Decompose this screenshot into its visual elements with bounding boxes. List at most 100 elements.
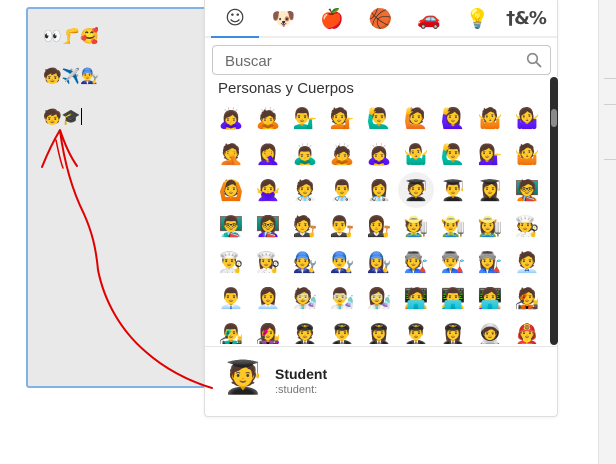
emoji-cell[interactable]: 🤦‍♀️ bbox=[250, 136, 286, 172]
preview-emoji-name: Student bbox=[275, 366, 328, 382]
emoji-cell[interactable]: 👩‍⚖️ bbox=[361, 208, 397, 244]
emoji-cell[interactable]: 🧑‍⚖️ bbox=[287, 208, 323, 244]
car-icon: 🚗 bbox=[417, 7, 441, 30]
emoji-grid: 🙇‍♀️ 🙇 💁‍♂️ 💁 🙋‍♂️ 🙋 🙋‍♀️ 🤷 🤷‍♀️ 🤦 🤦‍♀️ 🙇‍♂️ 🙇 🙇‍♀️ 🤷‍… bbox=[213, 100, 547, 344]
emoji-cell[interactable]: 👨‍💼 bbox=[213, 280, 249, 316]
text-caret bbox=[81, 108, 83, 125]
emoji-cell[interactable]: 👨‍🎤 bbox=[213, 316, 249, 344]
emoji-cell[interactable]: 👨‍🍳 bbox=[213, 244, 249, 280]
emoji-cell[interactable]: 👨‍🔬 bbox=[324, 280, 360, 316]
emoji-cell[interactable]: 🧑‍🌾 bbox=[398, 208, 434, 244]
emoji-cell[interactable]: 👩‍🔬 bbox=[361, 280, 397, 316]
preview-emoji-shortcode: :student: bbox=[275, 384, 318, 396]
message-textarea[interactable]: 👀🦵🥰 🧒✈️👨‍🔧 🧒🎓 bbox=[26, 7, 212, 388]
emoji-cell[interactable]: 🙅‍♀️ bbox=[250, 172, 286, 208]
emoji-cell[interactable]: 🧑‍⚕️ bbox=[287, 172, 323, 208]
emoji-cell[interactable]: 👩‍🎓 bbox=[472, 172, 508, 208]
emoji-cell[interactable]: 🙋‍♂️ bbox=[435, 136, 471, 172]
emoji-cell[interactable]: 🤷 bbox=[509, 136, 545, 172]
text-line-3: 🧒🎓 bbox=[43, 107, 83, 127]
emoji-search-input[interactable] bbox=[223, 50, 517, 72]
emoji-cell[interactable]: 🧑‍💼 bbox=[509, 244, 545, 280]
background-divider bbox=[604, 104, 616, 105]
emoji-cell[interactable]: 👨‍🏭 bbox=[435, 244, 471, 280]
emoji-cell[interactable]: 👩‍🔧 bbox=[361, 244, 397, 280]
emoji-cell[interactable]: 👩‍🎤 bbox=[250, 316, 286, 344]
text-line-1: 👀🦵🥰 bbox=[43, 27, 100, 45]
emoji-cell[interactable]: 🧑‍🚀 bbox=[472, 316, 508, 344]
emoji-cell[interactable]: 🧑‍🏫 bbox=[509, 172, 545, 208]
dog-face-icon: 🐶 bbox=[271, 7, 296, 30]
background-divider bbox=[604, 78, 616, 79]
scrollbar-knob[interactable] bbox=[551, 109, 557, 127]
tab-dog-face[interactable]: 🐶 bbox=[269, 3, 299, 33]
smiley-face-icon: ☺ bbox=[225, 7, 245, 29]
tab-car[interactable]: 🚗 bbox=[414, 3, 444, 33]
emoji-cell[interactable]: 👨‍✈️ bbox=[324, 316, 360, 344]
emoji-cell[interactable]: 🤦 bbox=[213, 136, 249, 172]
emoji-cell[interactable]: 👩‍💼 bbox=[250, 280, 286, 316]
emoji-cell[interactable]: 👨‍⚕️ bbox=[324, 172, 360, 208]
emoji-cell[interactable]: 🧑‍🍳 bbox=[509, 208, 545, 244]
emoji-cell[interactable]: 👨‍🔧 bbox=[324, 244, 360, 280]
emoji-cell[interactable]: 💁‍♀️ bbox=[472, 136, 508, 172]
emoji-cell[interactable]: 🙋‍♂️ bbox=[361, 100, 397, 136]
preview-emoji: 🧑‍🎓 bbox=[223, 358, 263, 396]
emoji-cell[interactable]: 🧑‍🎓 bbox=[398, 172, 434, 208]
emoji-cell[interactable]: 🧑‍🔬 bbox=[287, 280, 323, 316]
emoji-cell[interactable]: 🙇‍♀️ bbox=[361, 136, 397, 172]
background-divider bbox=[604, 159, 616, 160]
emoji-cell[interactable]: 👩‍🏭 bbox=[472, 244, 508, 280]
emoji-cell[interactable]: 👨‍✈️ bbox=[398, 316, 434, 344]
search-icon bbox=[526, 52, 542, 68]
emoji-grid-scroll-area[interactable]: Personas y Cuerpos 🙇‍♀️ 🙇 💁‍♂️ 💁 🙋‍♂️ 🙋 🙋‍♀️ 🤷 🤷… bbox=[213, 78, 547, 344]
emoji-scrollbar[interactable] bbox=[550, 77, 558, 345]
tab-basketball[interactable]: 🏀 bbox=[366, 3, 396, 33]
emoji-cell[interactable]: 👩‍🏫 bbox=[250, 208, 286, 244]
emoji-cell[interactable]: 👨‍🎓 bbox=[435, 172, 471, 208]
tab-smiley-face[interactable]: ☺ bbox=[220, 3, 250, 33]
emoji-cell[interactable]: 👨‍🏫 bbox=[213, 208, 249, 244]
emoji-cell[interactable]: 🙇 bbox=[324, 136, 360, 172]
basketball-icon: 🏀 bbox=[368, 7, 393, 30]
emoji-picker: ☺🐶🍎🏀🚗💡†&% Personas y Cuerpos 🙇‍♀️🙇💁‍♂️💁🙋… bbox=[204, 0, 558, 417]
emoji-search-box[interactable] bbox=[212, 45, 551, 75]
emoji-cell[interactable]: 🧑‍🔧 bbox=[287, 244, 323, 280]
emoji-cell[interactable]: 🙇‍♀️ bbox=[213, 100, 249, 136]
emoji-cell[interactable]: 👩‍⚕️ bbox=[361, 172, 397, 208]
emoji-cell[interactable]: 🤷‍♂️ bbox=[398, 136, 434, 172]
emoji-cell[interactable]: 🧑‍🎤 bbox=[509, 280, 545, 316]
emoji-cell[interactable]: 🧑‍💻 bbox=[398, 280, 434, 316]
tab-symbols[interactable]: †&% bbox=[506, 3, 547, 33]
emoji-cell[interactable]: 🙋‍♀️ bbox=[435, 100, 471, 136]
emoji-cell[interactable]: 🧑‍🚒 bbox=[509, 316, 545, 344]
emoji-cell[interactable]: 👩‍🌾 bbox=[472, 208, 508, 244]
lightbulb-icon: 💡 bbox=[465, 7, 490, 30]
symbols-icon: †&% bbox=[506, 7, 547, 29]
emoji-cell[interactable]: 🙇‍♂️ bbox=[287, 136, 323, 172]
emoji-cell[interactable]: 🧑‍✈️ bbox=[287, 316, 323, 344]
emoji-cell[interactable]: 👨‍⚖️ bbox=[324, 208, 360, 244]
tab-apple[interactable]: 🍎 bbox=[317, 3, 347, 33]
emoji-cell[interactable]: 👨‍🌾 bbox=[435, 208, 471, 244]
emoji-cell[interactable]: 🤷‍♀️ bbox=[509, 100, 545, 136]
category-title: Personas y Cuerpos bbox=[218, 80, 354, 97]
emoji-cell[interactable]: 👩‍✈️ bbox=[435, 316, 471, 344]
emoji-cell[interactable]: 👨‍💻 bbox=[435, 280, 471, 316]
emoji-cell[interactable]: 👩‍💻 bbox=[472, 280, 508, 316]
text-line-3-content: 🧒🎓 bbox=[43, 108, 81, 126]
emoji-cell[interactable]: 👩‍✈️ bbox=[361, 316, 397, 344]
emoji-cell[interactable]: 🧑‍🏭 bbox=[398, 244, 434, 280]
text-line-2: 🧒✈️👨‍🔧 bbox=[43, 67, 100, 85]
emoji-cell[interactable]: 🙋 bbox=[398, 100, 434, 136]
emoji-cell[interactable]: 🤷 bbox=[472, 100, 508, 136]
emoji-cell[interactable]: 💁‍♂️ bbox=[287, 100, 323, 136]
active-tab-indicator bbox=[211, 36, 259, 38]
emoji-cell[interactable]: 🙇 bbox=[250, 100, 286, 136]
emoji-cell[interactable]: 🙆 bbox=[213, 172, 249, 208]
tab-lightbulb[interactable]: 💡 bbox=[463, 3, 493, 33]
background-window-edge bbox=[598, 0, 616, 464]
category-tab-bar: ☺ 🐶 🍎 🏀 🚗 💡 †&% bbox=[205, 0, 557, 36]
emoji-cell[interactable]: 💁 bbox=[324, 100, 360, 136]
emoji-cell[interactable]: 👩‍🍳 bbox=[250, 244, 286, 280]
